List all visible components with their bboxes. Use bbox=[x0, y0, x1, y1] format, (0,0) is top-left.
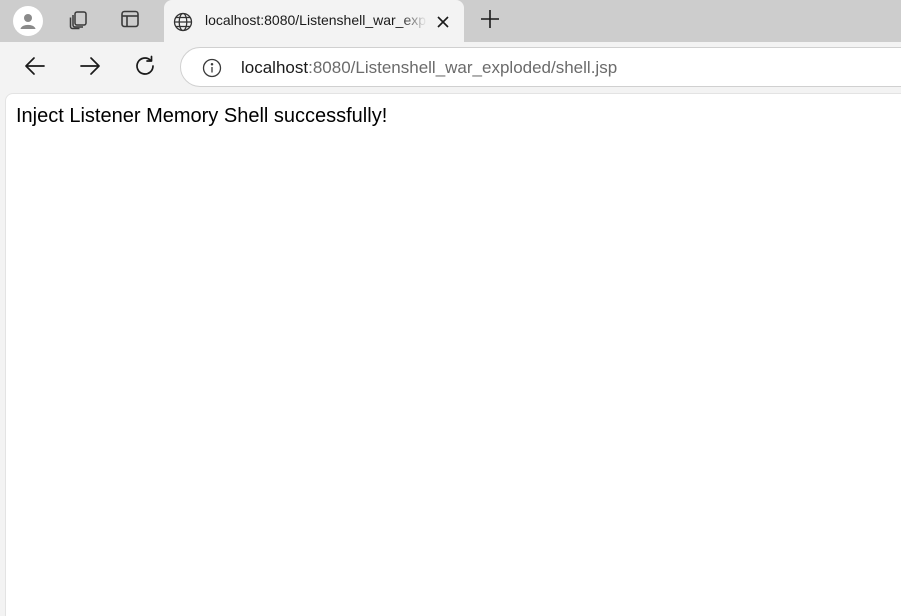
vertical-tabs-icon bbox=[120, 9, 140, 34]
address-bar[interactable]: localhost:8080/Listenshell_war_exploded/… bbox=[180, 47, 901, 87]
tab-strip: localhost:8080/Listenshell_war_exploded/… bbox=[0, 0, 901, 42]
arrow-left-icon bbox=[23, 54, 47, 83]
tab-active[interactable]: localhost:8080/Listenshell_war_exploded/… bbox=[164, 0, 464, 42]
tab-title: localhost:8080/Listenshell_war_exploded/… bbox=[205, 12, 427, 28]
page-message: Inject Listener Memory Shell successfull… bbox=[16, 105, 388, 127]
page-viewport: Inject Listener Memory Shell successfull… bbox=[5, 93, 901, 616]
workspaces-button[interactable] bbox=[62, 5, 94, 37]
plus-icon bbox=[480, 9, 500, 34]
url-host: localhost bbox=[241, 58, 309, 77]
back-button[interactable] bbox=[19, 52, 51, 84]
info-icon[interactable] bbox=[201, 57, 223, 79]
profile-button[interactable] bbox=[12, 5, 44, 37]
browser-window: localhost:8080/Listenshell_war_exploded/… bbox=[0, 0, 901, 616]
forward-button[interactable] bbox=[74, 52, 106, 84]
toolbar: localhost:8080/Listenshell_war_exploded/… bbox=[0, 42, 901, 92]
url-text[interactable]: localhost:8080/Listenshell_war_exploded/… bbox=[241, 58, 617, 78]
workspaces-icon bbox=[67, 8, 89, 35]
vertical-tabs-button[interactable] bbox=[114, 5, 146, 37]
arrow-right-icon bbox=[78, 54, 102, 83]
profile-icon bbox=[13, 6, 43, 36]
globe-icon bbox=[172, 11, 194, 33]
url-path: :8080/Listenshell_war_exploded/shell.jsp bbox=[308, 58, 618, 77]
reload-button[interactable] bbox=[129, 52, 161, 84]
close-icon[interactable] bbox=[432, 11, 454, 33]
new-tab-button[interactable] bbox=[474, 5, 506, 37]
reload-icon bbox=[133, 54, 157, 83]
